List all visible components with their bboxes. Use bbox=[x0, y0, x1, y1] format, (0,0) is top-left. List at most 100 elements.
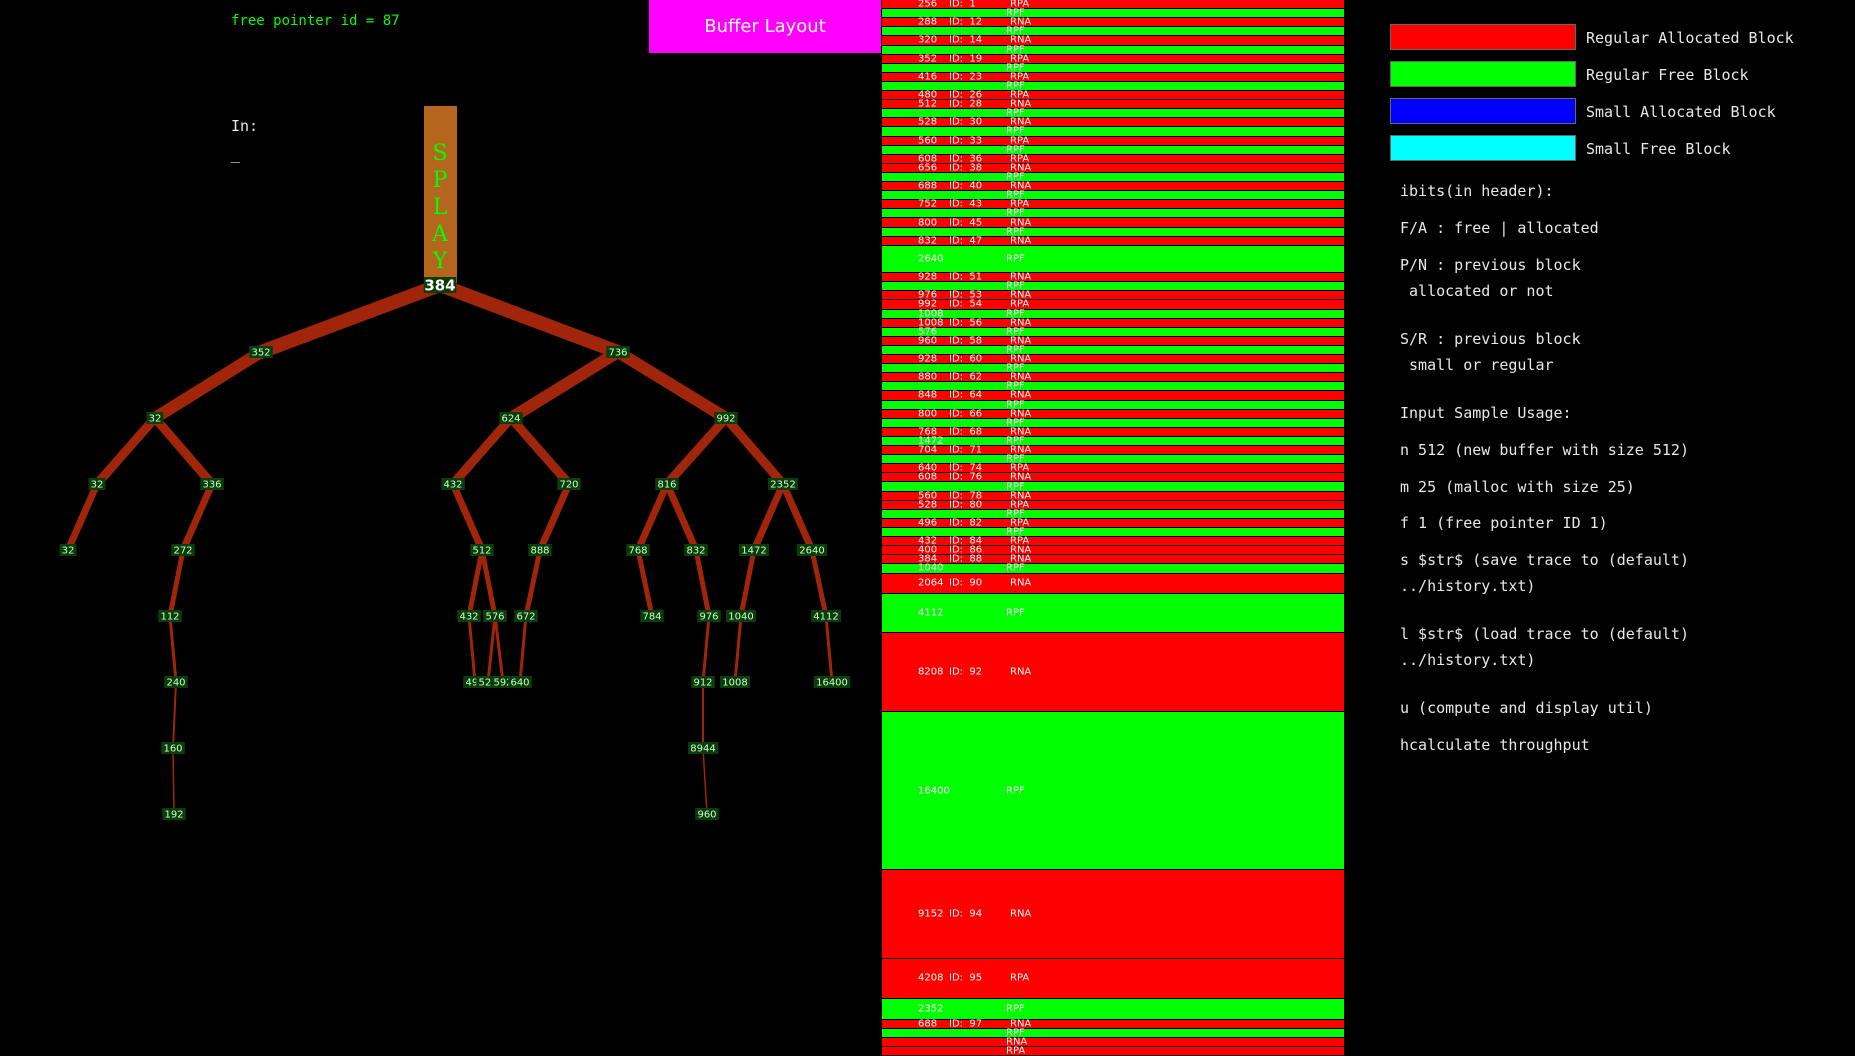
tree-edge bbox=[168, 614, 178, 684]
tree-node: 160 bbox=[161, 742, 185, 755]
tree-node: 888 bbox=[528, 544, 552, 557]
tree-node: 2352 bbox=[768, 478, 798, 491]
help-fa: F/A : free | allocated bbox=[1400, 219, 1599, 237]
svg-text:112: 112 bbox=[160, 612, 179, 623]
allocated-block: 688 ID: 40 RNA bbox=[882, 181, 1344, 192]
tree-edge bbox=[448, 413, 516, 489]
tree-node: 336 bbox=[200, 478, 224, 491]
allocated-block: 752 ID: 43 RPA bbox=[882, 199, 1344, 210]
legend-regular-allocated: Regular Allocated Block bbox=[1390, 24, 1810, 52]
tree-edge bbox=[612, 346, 732, 424]
tree-node: 1472 bbox=[739, 544, 769, 557]
svg-text:720: 720 bbox=[559, 480, 578, 491]
allocated-block: 880 ID: 62 RNA bbox=[882, 372, 1344, 383]
tree-edge bbox=[449, 480, 486, 554]
allocated-block: 8208 ID: 92 RNA bbox=[882, 632, 1344, 712]
svg-text:1472: 1472 bbox=[741, 546, 766, 557]
tree-node: 352 bbox=[249, 346, 273, 359]
tree-node: 784 bbox=[640, 610, 664, 623]
svg-text:960: 960 bbox=[697, 810, 716, 821]
allocated-block: 608 ID: 76 RNA bbox=[882, 472, 1344, 483]
tree-edge bbox=[172, 681, 177, 749]
tree-edge bbox=[693, 547, 712, 619]
free-block: RPF bbox=[882, 1027, 1344, 1038]
svg-text:336: 336 bbox=[202, 480, 221, 491]
tree-node: 816 bbox=[655, 478, 679, 491]
allocated-block: 528 ID: 80 RPA bbox=[882, 499, 1344, 510]
tree-edge bbox=[733, 614, 743, 684]
tree-edge bbox=[634, 480, 671, 554]
tree-edge bbox=[663, 480, 700, 554]
free-block: 2352 RPF bbox=[882, 998, 1344, 1020]
legend-small-allocated: Small Allocated Block bbox=[1390, 98, 1810, 126]
tree-node: 112 bbox=[158, 610, 182, 623]
splay-letter: S bbox=[432, 141, 447, 166]
free-block: 16400 RPF bbox=[882, 711, 1344, 871]
help-new: n 512 (new buffer with size 512) bbox=[1400, 441, 1689, 459]
splay-tree-canvas: SPLAY 384 352 736 32 624 992 32 336 432 720 816 2352… bbox=[59, 106, 851, 821]
allocated-block: 704 ID: 71 RNA bbox=[882, 445, 1344, 456]
svg-text:816: 816 bbox=[657, 480, 676, 491]
tree-edge bbox=[701, 614, 711, 684]
tree-edge bbox=[433, 278, 625, 359]
tree-node: 672 bbox=[514, 610, 538, 623]
tree-edge bbox=[179, 480, 216, 554]
allocated-block: 512 ID: 28 RNA bbox=[882, 99, 1344, 110]
tree-edge bbox=[486, 614, 497, 684]
buffer-layout-title: Buffer Layout bbox=[649, 0, 881, 53]
tree-edge bbox=[506, 413, 574, 489]
help-util: u (compute and display util) bbox=[1400, 699, 1653, 717]
svg-text:832: 832 bbox=[686, 546, 705, 557]
tree-node: 1008 bbox=[720, 676, 750, 689]
tree-node: 912 bbox=[691, 676, 715, 689]
svg-text:1008: 1008 bbox=[722, 678, 747, 689]
help-load: l $str$ (load trace to (default) ../hist… bbox=[1400, 625, 1689, 669]
tree-node: 976 bbox=[697, 610, 721, 623]
allocated-block: 992 ID: 54 RPA bbox=[882, 299, 1344, 310]
svg-text:640: 640 bbox=[510, 678, 529, 689]
tree-edge bbox=[779, 480, 816, 554]
allocated-block: 688 ID: 97 RNA bbox=[882, 1018, 1344, 1029]
svg-text:192: 192 bbox=[164, 810, 183, 821]
free-pointer-status: free pointer id = 87 bbox=[231, 13, 400, 29]
svg-text:8944: 8944 bbox=[690, 744, 715, 755]
tree-edge bbox=[662, 413, 731, 489]
allocated-block: 528 ID: 30 RNA bbox=[882, 117, 1344, 128]
svg-text:4112: 4112 bbox=[813, 612, 838, 623]
svg-text:976: 976 bbox=[699, 612, 718, 623]
help-malloc: m 25 (malloc with size 25) bbox=[1400, 478, 1635, 496]
tree-node: 720 bbox=[557, 478, 581, 491]
tree-node: 32 bbox=[88, 478, 106, 491]
allocated-block: 496 ID: 82 RPA bbox=[882, 517, 1344, 528]
legend-swatch bbox=[1390, 61, 1576, 87]
tree-node: 32 bbox=[59, 544, 77, 557]
tree-edge bbox=[172, 747, 175, 815]
tree-node: 4112 bbox=[811, 610, 841, 623]
tree-edge bbox=[536, 480, 573, 554]
tree-node: 432 bbox=[441, 478, 465, 491]
allocated-block: 352 ID: 19 RPA bbox=[882, 53, 1344, 64]
tree-edge bbox=[167, 547, 186, 619]
svg-text:912: 912 bbox=[693, 678, 712, 689]
svg-text:432: 432 bbox=[443, 480, 462, 491]
tree-edge bbox=[149, 346, 267, 424]
help-free: f 1 (free pointer ID 1) bbox=[1400, 514, 1608, 532]
tree-node: 640 bbox=[508, 676, 532, 689]
tree-node: 992 bbox=[714, 412, 738, 425]
help-sr: S/R : previous block small or regular bbox=[1400, 330, 1581, 374]
help-save: s $str$ (save trace to (default) ../hist… bbox=[1400, 551, 1689, 595]
svg-text:240: 240 bbox=[166, 678, 185, 689]
tree-edge bbox=[505, 346, 624, 424]
allocated-block: 288 ID: 12 RNA bbox=[882, 17, 1344, 28]
tree-edge bbox=[738, 547, 757, 619]
svg-text:2640: 2640 bbox=[799, 546, 824, 557]
svg-text:1040: 1040 bbox=[728, 612, 753, 623]
tree-node: 16400 bbox=[813, 676, 851, 689]
legend-label: Small Allocated Block bbox=[1586, 103, 1776, 121]
allocated-block: 928 ID: 51 RNA bbox=[882, 272, 1344, 283]
tree-node: 192 bbox=[162, 808, 186, 821]
allocated-block: 800 ID: 66 RNA bbox=[882, 408, 1344, 419]
input-cursor[interactable]: _ bbox=[231, 145, 240, 163]
tree-edge bbox=[92, 413, 160, 489]
tree-edge bbox=[479, 547, 498, 619]
